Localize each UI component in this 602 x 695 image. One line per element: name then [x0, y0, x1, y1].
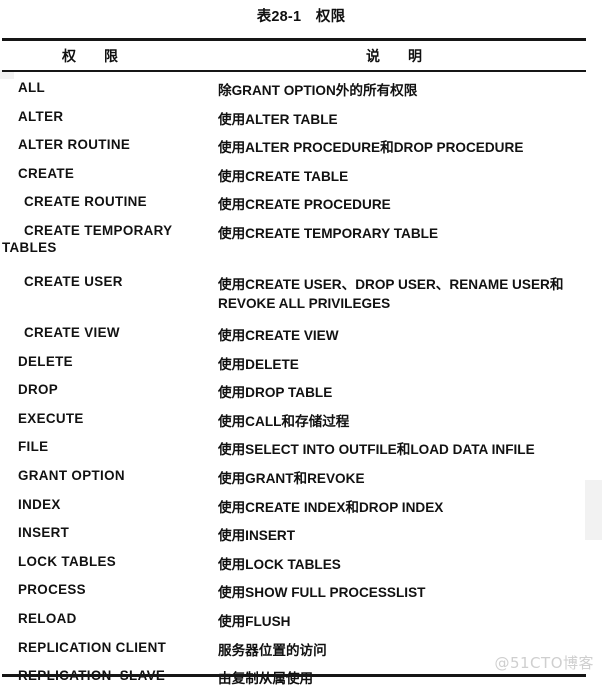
- cell-permission: INSERT: [18, 525, 70, 541]
- cell-description: 使用CREATE VIEW: [218, 327, 339, 343]
- cell-description: 使用SELECT INTO OUTFILE和LOAD DATA INFILE: [218, 442, 535, 458]
- table-row: GRANT OPTION 使用GRANT和REVOKE: [0, 466, 602, 495]
- table-row: LOCK TABLES 使用LOCK TABLES: [0, 552, 602, 581]
- cell-permission: ALTER: [18, 108, 64, 124]
- table-top-rule: [2, 38, 586, 41]
- cell-permission: GRANT OPTION: [18, 467, 125, 483]
- cell-description: 使用ALTER PROCEDURE和DROP PROCEDURE: [218, 140, 524, 156]
- watermark-text: @51CTO博客: [494, 654, 594, 672]
- cell-description: 使用FLUSH: [218, 613, 291, 629]
- cell-permission: ALL: [18, 80, 46, 95]
- cell-description: 使用CREATE USER、DROP USER、RENAME USER和: [218, 276, 564, 292]
- cell-permission: CREATE ROUTINE: [24, 194, 147, 210]
- table-row: CREATE 使用CREATE TABLE: [0, 164, 602, 193]
- table-row: ALL 除GRANT OPTION外的所有权限: [0, 78, 602, 107]
- table-row: FILE 使用SELECT INTO OUTFILE和LOAD DATA INF…: [0, 437, 602, 466]
- cell-description: 使用CREATE INDEX和DROP INDEX: [218, 499, 444, 515]
- cell-permission: FILE: [18, 439, 49, 455]
- table-row: CREATE ROUTINE 使用CREATE PROCEDURE: [0, 192, 602, 221]
- cell-permission: EXECUTE: [18, 410, 84, 426]
- table-header-row: 权 限 说 明: [0, 46, 602, 68]
- cell-permission: CREATE VIEW: [24, 324, 120, 340]
- cell-permission: RELOAD: [18, 610, 77, 626]
- cell-permission: CREATE USER: [24, 273, 123, 289]
- cell-description: 除GRANT OPTION外的所有权限: [218, 83, 418, 98]
- table-row: DELETE 使用DELETE: [0, 352, 602, 381]
- column-header-description: 说 明: [366, 48, 422, 64]
- table-header-rule: [2, 70, 586, 72]
- cell-permission: PROCESS: [18, 582, 86, 598]
- table-row: CREATE VIEW 使用CREATE VIEW: [0, 323, 602, 352]
- cell-permission: CREATE: [18, 165, 75, 181]
- cell-permission: DROP: [18, 382, 59, 398]
- cell-description: 使用CREATE TEMPORARY TABLE: [218, 225, 439, 241]
- table-row: INDEX 使用CREATE INDEX和DROP INDEX: [0, 495, 602, 524]
- cell-permission: INDEX: [18, 496, 61, 512]
- document-page: 表28-1 权限 权 限 说 明 ALL 除GRANT OPTION外的所有权限…: [0, 0, 602, 686]
- cell-description: 使用ALTER TABLE: [218, 111, 338, 127]
- cell-permission: ALTER ROUTINE: [18, 137, 131, 153]
- table-row: DROP 使用DROP TABLE: [0, 380, 602, 409]
- table-row: PROCESS 使用SHOW FULL PROCESSLIST: [0, 580, 602, 609]
- cell-description: 使用DROP TABLE: [218, 385, 333, 401]
- table-caption: 表28-1 权限: [256, 9, 346, 25]
- cell-permission: REPLICATION CLIENT: [18, 639, 167, 655]
- cell-description: 服务器位置的访问: [218, 642, 327, 658]
- cell-description-continuation: REVOKE ALL PRIVILEGES: [218, 295, 391, 311]
- table-bottom-rule: [2, 674, 586, 677]
- cell-description: 使用LOCK TABLES: [218, 556, 341, 572]
- table-row: INSERT 使用INSERT: [0, 523, 602, 552]
- cell-permission: DELETE: [18, 353, 73, 369]
- cell-permission: CREATE TEMPORARY: [24, 222, 173, 238]
- cell-permission: LOCK TABLES: [18, 553, 117, 569]
- table-row: CREATE USER 使用CREATE USER、DROP USER、RENA…: [0, 272, 602, 323]
- table-row: CREATE TEMPORARY TABLES 使用CREATE TEMPORA…: [0, 221, 602, 272]
- cell-description: 使用DELETE: [218, 356, 299, 372]
- cell-description: 由复制从属使用: [218, 671, 314, 687]
- table-row: ALTER 使用ALTER TABLE: [0, 107, 602, 136]
- cell-description: 使用GRANT和REVOKE: [218, 470, 365, 486]
- cell-description: 使用CREATE TABLE: [218, 168, 349, 184]
- table-row: EXECUTE 使用CALL和存储过程: [0, 409, 602, 438]
- cell-description: 使用CREATE PROCEDURE: [218, 197, 391, 213]
- table-body: ALL 除GRANT OPTION外的所有权限 ALTER 使用ALTER TA…: [0, 78, 602, 695]
- table-row: ALTER ROUTINE 使用ALTER PROCEDURE和DROP PRO…: [0, 135, 602, 164]
- column-header-permission: 权 限: [62, 48, 118, 64]
- cell-description: 使用SHOW FULL PROCESSLIST: [218, 585, 426, 601]
- cell-permission-continuation: TABLES: [2, 239, 57, 255]
- table-row: RELOAD 使用FLUSH: [0, 609, 602, 638]
- cell-description: 使用INSERT: [218, 528, 296, 544]
- cell-description: 使用CALL和存储过程: [218, 413, 350, 429]
